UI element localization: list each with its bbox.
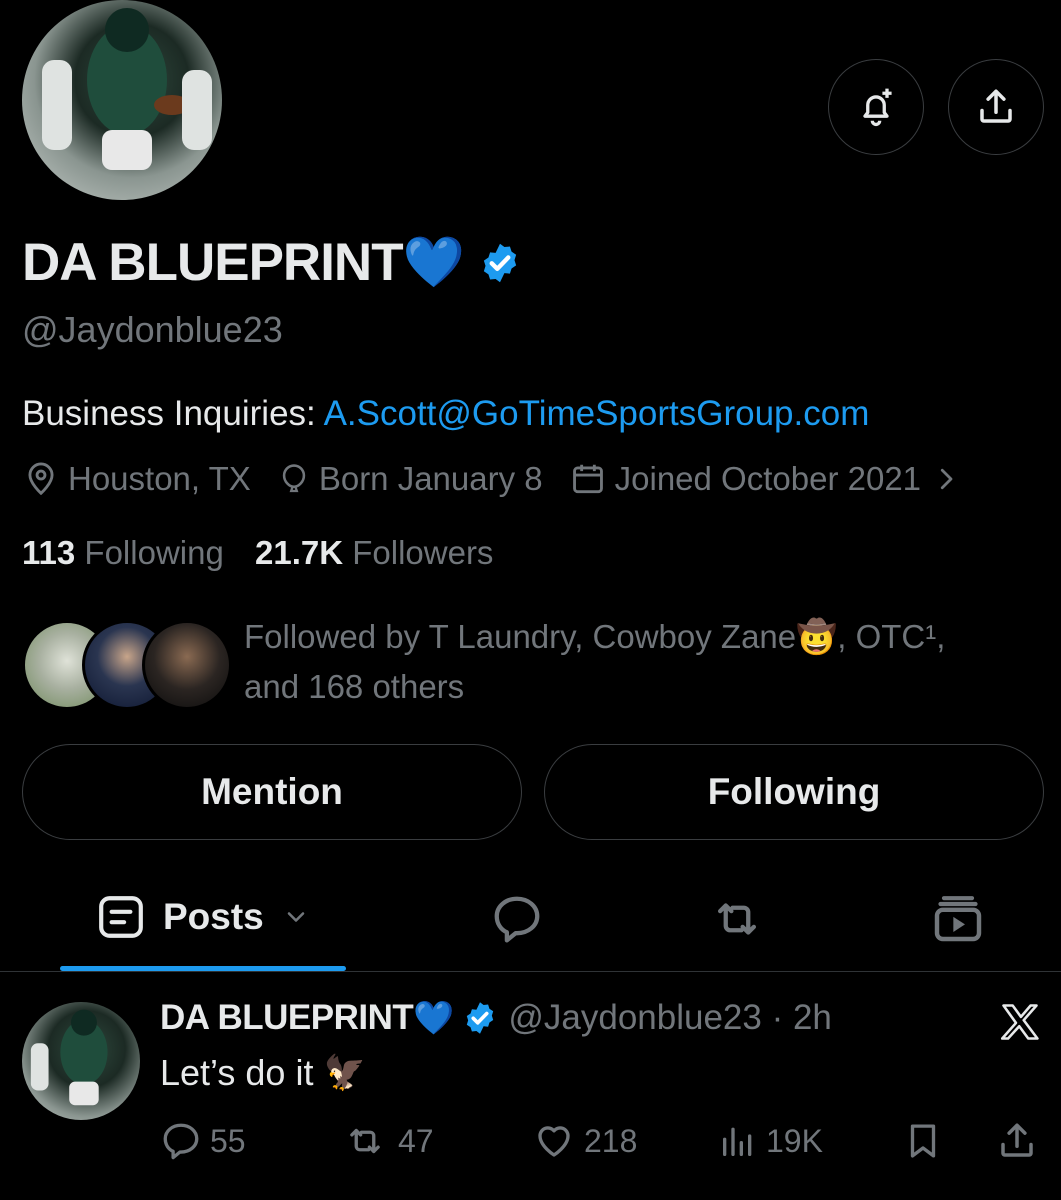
display-name-text: DA BLUEPRINT (22, 233, 404, 292)
reply-count: 55 (210, 1122, 246, 1159)
x-logo-icon (998, 1000, 1042, 1049)
like-count: 218 (584, 1122, 638, 1159)
chevron-down-icon[interactable] (282, 903, 310, 931)
post-handle-time: @Jaydonblue23 · 2h (508, 998, 832, 1037)
repost-icon (717, 903, 757, 935)
followers-label: Followers (352, 534, 494, 571)
post-actions: 55 47 218 19K (160, 1116, 1040, 1166)
tab-posts[interactable]: Posts (95, 892, 310, 942)
following-count: 113 (22, 534, 76, 571)
balloon-icon (282, 464, 306, 493)
post-author-avatar[interactable] (22, 1002, 140, 1120)
repost-action[interactable]: 47 (340, 1116, 434, 1166)
reply-action[interactable]: 55 (160, 1116, 246, 1166)
followed-by-text[interactable]: Followed by T Laundry, Cowboy Zane🤠, OTC… (244, 612, 1024, 712)
mention-button[interactable]: Mention (22, 744, 522, 840)
posts-tab-label: Posts (163, 896, 264, 937)
profile-avatar[interactable] (22, 0, 222, 200)
tabs-divider (0, 971, 1061, 972)
calendar-icon (572, 464, 603, 494)
posts-tab-icon (99, 896, 143, 938)
post-share-action[interactable] (996, 1116, 1046, 1166)
share-button[interactable] (948, 59, 1044, 155)
display-name: DA BLUEPRINT 💙 (22, 232, 522, 293)
verified-badge-icon (467, 1002, 494, 1034)
following-button[interactable]: Following (544, 744, 1044, 840)
post-text-content: Let’s do it (160, 1052, 314, 1093)
follow-counts: 113 Following 21.7K Followers (22, 534, 493, 572)
profile-tabs: Posts (0, 870, 1061, 970)
location-pin-icon (28, 462, 54, 496)
joined-text: Joined October 2021 (614, 460, 922, 497)
verified-badge-icon[interactable] (478, 241, 522, 285)
followed-by-line-2: and 168 others (244, 668, 465, 705)
views-count: 19K (766, 1122, 823, 1159)
post-text: Let’s do it 🦅 (160, 1052, 366, 1094)
views-action[interactable]: 19K (718, 1116, 823, 1166)
notifications-button[interactable] (828, 59, 924, 155)
bio-prefix: Business Inquiries: (22, 394, 324, 433)
eagle-emoji: 🦅 (323, 1054, 366, 1092)
post-author-name[interactable]: DA BLUEPRINT (160, 998, 414, 1038)
profile-bio: Business Inquiries: A.Scott@GoTimeSports… (22, 394, 869, 434)
avatar-photo-icon (42, 8, 212, 170)
joined-date[interactable]: Joined October 2021 (569, 460, 969, 498)
avatar-photo-icon (30, 1009, 108, 1106)
location-text: Houston, TX (68, 460, 251, 497)
birthday: Born January 8 (277, 460, 543, 498)
profile-handle: @Jaydonblue23 (22, 309, 283, 350)
birthday-text: Born January 8 (318, 460, 543, 497)
views-bar-chart-icon (723, 1127, 752, 1156)
blue-heart-emoji: 💙 (402, 234, 465, 290)
following-label: Following (84, 534, 224, 571)
bookmark-icon (910, 1124, 936, 1158)
profile-meta: Houston, TX Born January 8 Joined Octobe… (22, 460, 995, 498)
repost-icon (350, 1128, 380, 1154)
bookmark-action[interactable] (902, 1116, 952, 1166)
heart-icon (538, 1126, 570, 1157)
tab-reposts[interactable] (706, 892, 768, 951)
followers-count: 21.7K (255, 534, 344, 571)
blue-heart-emoji: 💙 (413, 998, 455, 1036)
reply-icon (163, 1123, 199, 1160)
followed-by-line-1: Followed by T Laundry, Cowboy Zane🤠, OTC… (244, 618, 946, 655)
followers-count-link[interactable]: 21.7K Followers (255, 534, 493, 571)
reply-bubble-icon (494, 896, 540, 943)
followed-by-avatars[interactable] (22, 620, 232, 710)
like-action[interactable]: 218 (532, 1116, 637, 1166)
share-icon (1001, 1123, 1033, 1157)
tab-replies[interactable] (490, 892, 544, 951)
bio-email-link[interactable]: A.Scott@GoTimeSportsGroup.com (324, 394, 870, 433)
bell-plus-icon (863, 88, 892, 127)
tab-media[interactable] (930, 890, 986, 951)
post-header: DA BLUEPRINT 💙 @Jaydonblue23 · 2h (160, 998, 832, 1038)
repost-count: 47 (398, 1122, 434, 1159)
chevron-right-icon (940, 468, 953, 490)
video-tab-icon (934, 896, 982, 942)
follower-avatar (142, 620, 232, 710)
share-icon (980, 89, 1012, 123)
following-count-link[interactable]: 113 Following (22, 534, 224, 571)
location: Houston, TX (22, 460, 251, 498)
